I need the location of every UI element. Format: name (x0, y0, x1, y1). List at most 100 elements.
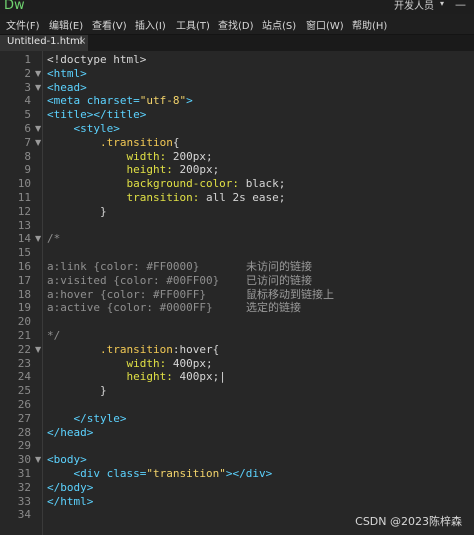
code-line[interactable]: 13 (0, 219, 474, 233)
line-number: 26 (17, 398, 31, 411)
code-token: transition: (47, 191, 206, 204)
code-line[interactable]: 8 width: 200px; (0, 150, 474, 164)
code-line[interactable]: 32 </body> (0, 481, 474, 495)
line-number: 16 (17, 260, 31, 273)
code-line[interactable]: 16 a:link {color: #FF0000} 未访问的链接 (0, 260, 474, 274)
code-text: <body> (47, 453, 87, 467)
code-token: 400px; (172, 356, 213, 370)
code-line[interactable]: 21 */ (0, 329, 474, 343)
code-line[interactable]: 20 (0, 315, 474, 329)
menu-help[interactable]: 帮助(H) (352, 17, 387, 32)
fold-toggle-icon[interactable]: ▼ (35, 122, 41, 136)
line-number: 18 (17, 287, 31, 301)
fold-toggle-icon[interactable]: ▼ (35, 136, 41, 150)
line-number: 27 (17, 411, 31, 425)
code-text: <!doctype html> (47, 53, 146, 67)
code-line[interactable]: 12 } (0, 205, 474, 219)
code-line[interactable]: 15 (0, 246, 474, 260)
fold-toggle-icon[interactable]: ▼ (35, 81, 41, 95)
code-line[interactable]: 23 width: 400px; (0, 357, 474, 371)
menu-site[interactable]: 站点(S) (262, 17, 296, 32)
code-token: height: (47, 370, 180, 384)
code-line[interactable]: 18 a:hover {color: #FF00FF} 鼠标移动到链接上 (0, 288, 474, 302)
code-text: a:active {color: #0000FF} (47, 301, 213, 315)
line-number: 22 (17, 342, 31, 356)
minimize-button[interactable]: — (455, 0, 466, 11)
chevron-down-icon[interactable]: ▾ (440, 0, 444, 8)
menu-window[interactable]: 窗口(W) (306, 17, 344, 32)
code-line[interactable]: 25 } (0, 384, 474, 398)
line-number: 10 (17, 177, 31, 191)
menu-edit[interactable]: 编辑(E) (49, 17, 83, 32)
fold-toggle-icon[interactable]: ▼ (35, 453, 41, 467)
line-number: 11 (17, 191, 31, 204)
fold-toggle-icon[interactable]: ▼ (35, 343, 41, 357)
comment-note: 未访问的链接 (246, 260, 312, 273)
code-text: <div class="transition"></div> (47, 467, 272, 481)
fold-toggle-icon[interactable]: ▼ (35, 232, 41, 246)
menu-find[interactable]: 查找(D) (218, 17, 254, 32)
code-line[interactable]: 27 </style> (0, 412, 474, 426)
code-line[interactable]: 26 (0, 398, 474, 412)
code-line[interactable]: 14 ▼ /* (0, 232, 474, 246)
code-text: } (47, 384, 107, 398)
code-line[interactable]: 1 <!doctype html> (0, 53, 474, 67)
code-line[interactable]: 3 ▼ <head> (0, 81, 474, 95)
code-line[interactable]: 33 </html> (0, 495, 474, 509)
line-number: 33 (17, 494, 31, 508)
code-line[interactable]: 17 a:visited {color: #00FF00} 已访问的链接 (0, 274, 474, 288)
code-line[interactable]: 22 ▼ .transition:hover{ (0, 343, 474, 357)
close-icon[interactable]: × (78, 36, 86, 47)
menu-tools[interactable]: 工具(T) (176, 17, 210, 32)
code-token: </head> (47, 425, 94, 439)
code-token: width: (47, 356, 173, 370)
code-line[interactable]: 11 transition: all 2s ease; (0, 191, 474, 205)
line-number: 28 (17, 425, 31, 439)
menu-insert[interactable]: 插入(I) (135, 17, 166, 32)
code-text: a:visited {color: #00FF00} (47, 274, 219, 288)
line-number: 13 (17, 218, 31, 232)
code-line[interactable]: 29 (0, 439, 474, 453)
code-line[interactable]: 5 <title></title> (0, 108, 474, 122)
code-line[interactable]: 10 background-color: black; (0, 177, 474, 191)
code-line[interactable]: 30 ▼ <body> (0, 453, 474, 467)
code-editor[interactable]: 1 <!doctype html> 2 ▼ <html> 3 ▼ <head> 4 <meta c… (0, 51, 474, 535)
code-line[interactable]: 7 ▼ .transition{ (0, 136, 474, 150)
line-number: 6 (24, 122, 31, 135)
fold-toggle-icon[interactable]: ▼ (35, 67, 41, 81)
code-line[interactable]: 28 </head> (0, 426, 474, 440)
code-token: "transition" (146, 467, 226, 480)
comment-note: 鼠标移动到链接上 (246, 287, 334, 301)
code-token: a:hover {color: #FF00FF} (47, 287, 206, 301)
line-number: 14 (17, 232, 31, 246)
code-line[interactable]: 2 ▼ <html> (0, 67, 474, 81)
code-token: > (186, 94, 193, 108)
code-line[interactable]: 19 a:active {color: #0000FF} 选定的链接 (0, 301, 474, 315)
title-bar: Dw 开发人员 ▾ — (0, 0, 474, 14)
line-number: 20 (17, 315, 31, 329)
code-line[interactable]: 4 <meta charset="utf-8"> (0, 94, 474, 108)
menu-bar: 文件(F) 编辑(E) 查看(V) 插入(I) 工具(T) 查找(D) 站点(S… (0, 14, 474, 35)
tab-untitled-1[interactable]: Untitled-1.html × (0, 35, 88, 51)
line-number: 23 (17, 356, 31, 370)
dreamweaver-logo: Dw (4, 0, 25, 13)
code-token: } (47, 384, 107, 398)
code-token: :hover{ (172, 342, 220, 356)
code-token: .transition (47, 342, 173, 356)
code-token: a:visited {color: #00FF00} (47, 273, 220, 287)
code-line[interactable]: 24 height: 400px;| (0, 370, 474, 384)
code-token: <meta charset= (47, 94, 140, 108)
code-token: 200px; (172, 149, 213, 163)
code-text: .transition{ (47, 136, 180, 150)
code-line[interactable]: 9 height: 200px; (0, 163, 474, 177)
code-line[interactable]: 6 ▼ <style> (0, 122, 474, 136)
code-token: } (47, 204, 107, 218)
workspace-switcher[interactable]: 开发人员 (394, 0, 434, 12)
menu-view[interactable]: 查看(V) (92, 17, 127, 32)
code-text: } (47, 205, 107, 219)
code-token: a:active {color: #0000FF} (47, 301, 213, 315)
code-line[interactable]: 31 <div class="transition"></div> (0, 467, 474, 481)
line-number: 32 (17, 480, 31, 494)
menu-file[interactable]: 文件(F) (6, 17, 40, 32)
code-text: a:hover {color: #FF00FF} (47, 288, 206, 302)
